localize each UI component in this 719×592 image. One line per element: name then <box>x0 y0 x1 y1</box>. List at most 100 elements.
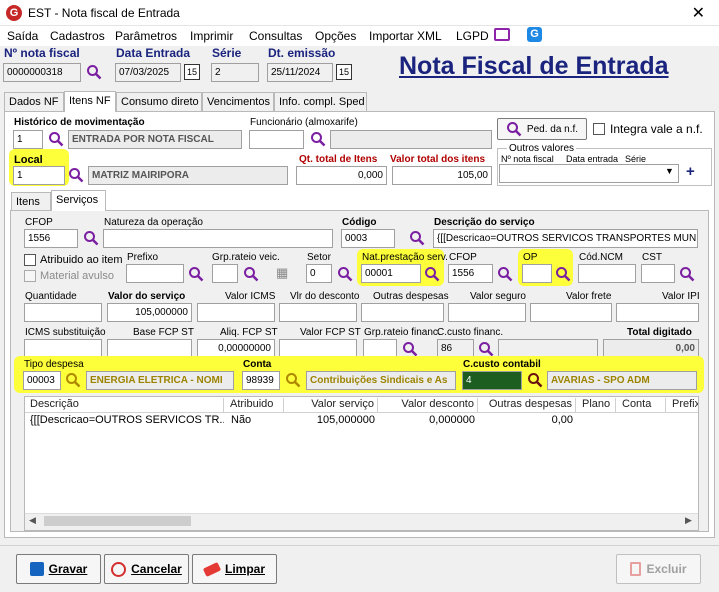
valor-seguro-input[interactable] <box>448 303 526 322</box>
grid-header-valor-servico[interactable]: Valor serviço <box>286 398 378 412</box>
scroll-right-icon[interactable]: ▶ <box>685 515 692 526</box>
grid-cell-atribuido[interactable]: Não <box>231 414 251 426</box>
tipo-despesa-label: Tipo despesa <box>24 359 84 370</box>
subtab-servicos[interactable]: Serviços <box>51 190 106 211</box>
setor-input[interactable]: 0 <box>306 264 332 283</box>
ped-nf-button[interactable]: Ped. da n.f. <box>497 118 587 140</box>
close-window-button[interactable]: ✕ <box>692 3 705 23</box>
grid-cell-descricao[interactable]: {[[Descricao=OUTROS SERVICOS TR... <box>30 414 224 426</box>
search-icon[interactable] <box>402 341 418 357</box>
menu-opcoes[interactable]: Opções <box>315 29 356 43</box>
search-icon[interactable] <box>679 266 695 282</box>
grid-cell-outras-despesas[interactable]: 0,00 <box>480 414 573 426</box>
cst-input[interactable] <box>641 264 675 283</box>
grid-header-valor-desconto[interactable]: Valor desconto <box>380 398 478 412</box>
valor-servico-input[interactable]: 105,000000 <box>107 303 192 322</box>
search-icon[interactable] <box>68 167 84 183</box>
local-code-input[interactable]: 1 <box>13 166 65 185</box>
quantidade-input[interactable] <box>24 303 102 322</box>
cancelar-button[interactable]: Cancelar <box>104 554 189 584</box>
search-icon[interactable] <box>65 372 81 388</box>
grid-header-conta[interactable]: Conta <box>618 398 666 412</box>
grid-header-plano[interactable]: Plano <box>578 398 616 412</box>
tab-consumo-direto[interactable]: Consumo direto <box>116 92 202 111</box>
search-icon[interactable] <box>188 266 204 282</box>
menu-consultas[interactable]: Consultas <box>249 29 302 43</box>
valor-frete-input[interactable] <box>530 303 612 322</box>
codncm-input[interactable] <box>578 264 636 283</box>
menu-lgpd[interactable]: LGPD <box>456 29 489 43</box>
chevron-down-icon[interactable]: ▼ <box>665 166 674 176</box>
serie-input[interactable]: 2 <box>211 63 259 82</box>
gravar-button[interactable]: Gravar <box>16 554 101 584</box>
atribuido-checkbox[interactable] <box>24 254 36 266</box>
conta-code[interactable]: 98939 <box>242 371 280 390</box>
grid-header-prefixo[interactable]: Prefix <box>668 398 698 412</box>
excluir-button[interactable]: Excluir <box>616 554 701 584</box>
monitor-icon[interactable] <box>494 28 510 41</box>
g-app-icon[interactable]: G <box>527 27 542 42</box>
search-icon[interactable] <box>409 230 425 246</box>
grp-rateio-input[interactable] <box>212 264 238 283</box>
grid-header-atribuido[interactable]: Atribuido <box>226 398 284 412</box>
data-entrada-input[interactable]: 07/03/2025 <box>115 63 181 82</box>
menu-importar-xml[interactable]: Importar XML <box>369 29 442 43</box>
grid-header-outras-despesas[interactable]: Outras despesas <box>480 398 576 412</box>
valor-icms-input[interactable] <box>197 303 275 322</box>
search-icon[interactable] <box>478 341 494 357</box>
menu-imprimir[interactable]: Imprimir <box>190 29 233 43</box>
valor-total-input[interactable]: 105,00 <box>392 166 492 185</box>
search-icon[interactable] <box>424 266 440 282</box>
menu-saida[interactable]: Saída <box>7 29 38 43</box>
grid-cell-valor-servico[interactable]: 105,000000 <box>286 414 375 426</box>
subtab-itens[interactable]: Itens <box>11 192 51 211</box>
cfop2-input[interactable]: 1556 <box>448 264 493 283</box>
calculator-icon[interactable]: ▦ <box>276 265 292 281</box>
tab-info-sped[interactable]: Info. compl. Sped <box>274 92 367 111</box>
search-icon[interactable] <box>243 266 259 282</box>
setor-label: Setor <box>307 252 331 263</box>
outras-despesas-input[interactable] <box>361 303 444 322</box>
calendar-icon[interactable]: 15 <box>336 64 352 80</box>
search-icon[interactable] <box>555 266 571 282</box>
search-icon[interactable] <box>48 131 64 147</box>
vlr-desconto-input[interactable] <box>279 303 357 322</box>
funcionario-input[interactable] <box>249 130 304 149</box>
calendar-icon[interactable]: 15 <box>184 64 200 80</box>
scroll-left-icon[interactable]: ◀ <box>29 515 36 526</box>
historico-code-input[interactable]: 1 <box>13 130 43 149</box>
descricao-input[interactable]: {[[Descricao=OUTROS SERVICOS TRANSPORTES… <box>433 229 698 248</box>
grid-cell-valor-desconto[interactable]: 0,000000 <box>380 414 475 426</box>
material-checkbox[interactable] <box>24 270 36 282</box>
tipo-despesa-code[interactable]: 00003 <box>23 371 61 390</box>
natureza-input[interactable] <box>103 229 333 248</box>
tab-vencimentos[interactable]: Vencimentos <box>202 92 274 111</box>
search-icon[interactable] <box>86 64 102 80</box>
valor-ipi-input[interactable] <box>616 303 699 322</box>
menu-parametros[interactable]: Parâmetros <box>115 29 177 43</box>
search-icon[interactable] <box>497 266 513 282</box>
menu-cadastros[interactable]: Cadastros <box>50 29 105 43</box>
add-icon[interactable]: + <box>686 163 695 180</box>
emissao-input[interactable]: 25/11/2024 <box>267 63 333 82</box>
integra-checkbox[interactable] <box>593 123 605 135</box>
prefixo-input[interactable] <box>126 264 184 283</box>
search-icon[interactable] <box>285 372 301 388</box>
nota-input[interactable]: 0000000318 <box>3 63 81 82</box>
limpar-button[interactable]: Limpar <box>192 554 277 584</box>
tab-itens-nf[interactable]: Itens NF <box>64 91 116 112</box>
op-input[interactable] <box>522 264 552 283</box>
search-icon[interactable] <box>83 230 99 246</box>
qt-total-input[interactable]: 0,000 <box>296 166 387 185</box>
grid-header-descricao[interactable]: Descrição <box>26 398 224 412</box>
cfop-input[interactable]: 1556 <box>24 229 78 248</box>
tab-dados-nf[interactable]: Dados NF <box>4 92 64 111</box>
search-icon[interactable] <box>527 372 543 388</box>
outros-valores-select[interactable] <box>499 164 679 183</box>
search-icon[interactable] <box>310 131 326 147</box>
ccusto-contabil-code[interactable]: 4 <box>462 371 522 390</box>
scrollbar-thumb[interactable] <box>44 516 191 526</box>
natprest-input[interactable]: 00001 <box>361 264 421 283</box>
search-icon[interactable] <box>337 266 353 282</box>
codigo-input[interactable]: 0003 <box>341 229 395 248</box>
